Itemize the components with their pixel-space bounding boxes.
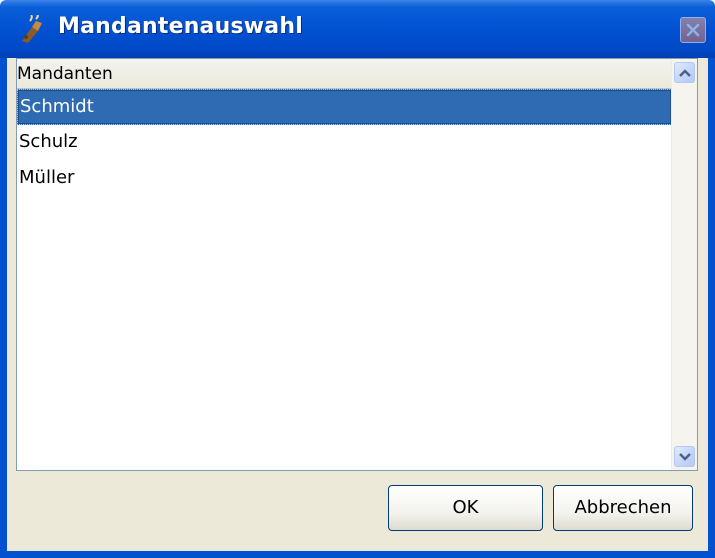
window-frame-right (708, 58, 715, 558)
table-row-schulz[interactable]: Schulz (17, 125, 672, 161)
table-row-mueller[interactable]: Müller (17, 161, 672, 197)
table-body: Schmidt Schulz Müller (17, 89, 672, 197)
table-row-schmidt[interactable]: Schmidt (17, 89, 672, 125)
vertical-scrollbar[interactable] (671, 59, 697, 470)
java-cup-icon (18, 13, 48, 45)
mandanten-table: Mandanten Schmidt Schulz Müller (16, 58, 698, 471)
window-frame-left (0, 58, 7, 558)
close-button[interactable] (680, 17, 706, 43)
table-header[interactable]: Mandanten (17, 59, 672, 89)
column-header-mandanten[interactable]: Mandanten (17, 64, 113, 84)
scroll-up-button[interactable] (674, 62, 695, 83)
scroll-down-button[interactable] (674, 446, 695, 467)
ok-button[interactable]: OK (388, 485, 543, 531)
close-icon (686, 23, 700, 37)
window-frame-bottom (0, 551, 715, 558)
dialog-content: Mandanten Schmidt Schulz Müller OK Abbre… (7, 58, 708, 551)
dialog-window: Mandantenauswahl Mandanten Schmidt Schul… (0, 0, 715, 558)
cancel-button[interactable]: Abbrechen (553, 485, 693, 531)
chevron-down-icon (679, 453, 691, 461)
window-title: Mandantenauswahl (58, 14, 303, 39)
title-bar[interactable]: Mandantenauswahl (0, 0, 715, 58)
chevron-up-icon (679, 69, 691, 77)
